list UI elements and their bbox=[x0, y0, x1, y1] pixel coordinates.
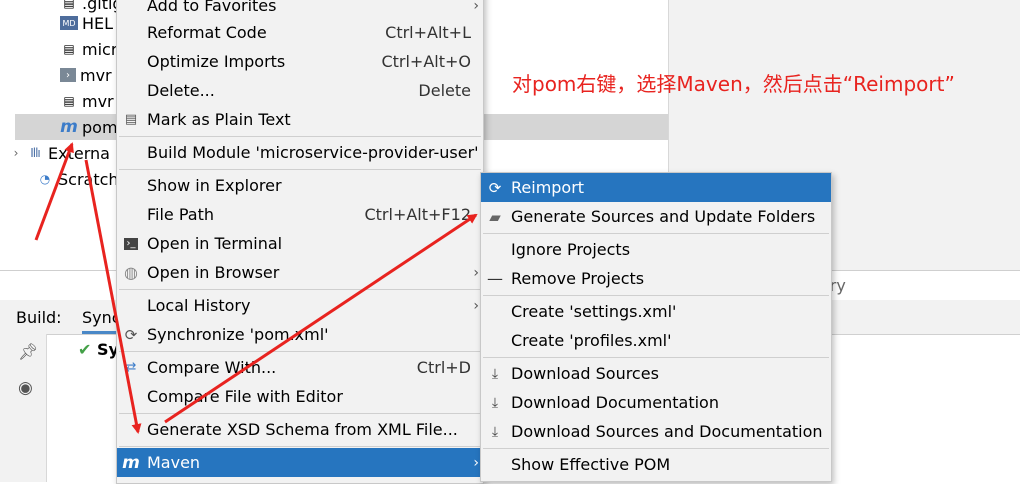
arrow-to-reimport bbox=[164, 213, 478, 424]
annotation-arrows bbox=[34, 142, 478, 434]
arrow-to-maven bbox=[84, 159, 142, 434]
arrow-to-pom bbox=[34, 142, 74, 241]
